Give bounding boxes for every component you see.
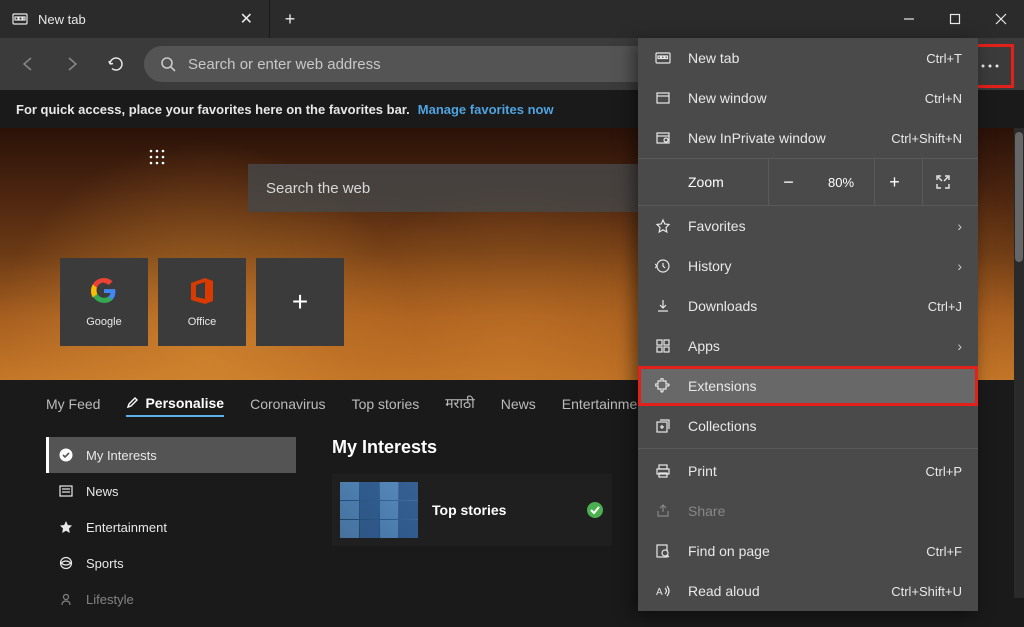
interests-title: My Interests xyxy=(332,437,612,458)
tab-title: New tab xyxy=(38,12,226,27)
sidebar-item-sports[interactable]: Sports xyxy=(46,545,296,581)
sports-icon xyxy=(58,556,74,570)
menu-zoom-row: Zoom − 80% + xyxy=(638,158,978,206)
pencil-icon xyxy=(126,396,139,409)
menu-print[interactable]: Print Ctrl+P xyxy=(638,451,978,491)
interest-card-topstories[interactable]: Top stories xyxy=(332,474,612,546)
card-thumbnail xyxy=(340,482,418,538)
quick-tiles: Google Office + xyxy=(60,258,344,346)
menu-new-tab[interactable]: New tab Ctrl+T xyxy=(638,38,978,78)
menu-apps[interactable]: Apps › xyxy=(638,326,978,366)
chevron-right-icon: › xyxy=(957,218,962,234)
feed-nav-coronavirus[interactable]: Coronavirus xyxy=(250,396,325,416)
tile-label: Office xyxy=(188,316,217,328)
check-icon xyxy=(586,501,604,519)
svg-text:A: A xyxy=(656,587,663,598)
feed-nav-entertainment[interactable]: Entertainment xyxy=(562,396,649,416)
zoom-label: Zoom xyxy=(654,174,760,190)
feed-nav-myfeed[interactable]: My Feed xyxy=(46,396,100,416)
tile-label: Google xyxy=(86,316,121,328)
feed-nav-news[interactable]: News xyxy=(501,396,536,416)
star-icon xyxy=(654,218,672,234)
browser-tab[interactable]: New tab ✕ xyxy=(0,0,270,38)
print-icon xyxy=(654,463,672,479)
menu-collections[interactable]: Collections xyxy=(638,406,978,446)
collections-icon xyxy=(654,418,672,434)
zoom-out-button[interactable]: − xyxy=(768,158,808,206)
find-icon xyxy=(654,543,672,559)
back-button[interactable] xyxy=(8,44,48,84)
feed-nav-marathi[interactable]: मराठी xyxy=(445,394,474,417)
interests-main: My Interests Top stories xyxy=(332,437,612,617)
menu-share[interactable]: Share xyxy=(638,491,978,531)
settings-more-button[interactable] xyxy=(973,51,1007,81)
manage-favorites-link[interactable]: Manage favorites now xyxy=(418,102,554,117)
zoom-value: 80% xyxy=(816,175,866,190)
sidebar-item-lifestyle[interactable]: Lifestyle xyxy=(46,581,296,617)
favbar-text: For quick access, place your favorites h… xyxy=(16,102,410,117)
check-circle-icon xyxy=(58,448,74,462)
history-icon xyxy=(654,258,672,274)
sidebar-item-myinterests[interactable]: My Interests xyxy=(46,437,296,473)
plus-icon: + xyxy=(285,287,315,317)
titlebar: New tab ✕ + xyxy=(0,0,1024,38)
feed-nav-personalise[interactable]: Personalise xyxy=(126,395,224,417)
zoom-in-button[interactable]: + xyxy=(874,158,914,206)
extensions-icon xyxy=(654,378,672,394)
menu-extensions[interactable]: Extensions xyxy=(638,366,978,406)
close-window-button[interactable] xyxy=(978,0,1024,38)
tile-add[interactable]: + xyxy=(256,258,344,346)
share-icon xyxy=(654,503,672,519)
minimize-button[interactable] xyxy=(886,0,932,38)
lifestyle-icon xyxy=(58,592,74,606)
window-icon xyxy=(654,90,672,106)
feed-nav-topstories[interactable]: Top stories xyxy=(352,396,420,416)
new-tab-button[interactable]: + xyxy=(270,0,310,38)
read-aloud-icon: A xyxy=(654,583,672,599)
newtab-icon xyxy=(654,50,672,66)
menu-read-aloud[interactable]: A Read aloud Ctrl+Shift+U xyxy=(638,571,978,611)
menu-find[interactable]: Find on page Ctrl+F xyxy=(638,531,978,571)
scrollbar[interactable] xyxy=(1014,128,1024,598)
menu-favorites[interactable]: Favorites › xyxy=(638,206,978,246)
fullscreen-button[interactable] xyxy=(922,158,962,206)
newtab-icon xyxy=(12,11,28,27)
chevron-right-icon: › xyxy=(957,258,962,274)
interests-sidebar: My Interests News Entertainment Sports L… xyxy=(46,437,296,617)
menu-separator xyxy=(638,448,978,449)
menu-history[interactable]: History › xyxy=(638,246,978,286)
tile-office[interactable]: Office xyxy=(158,258,246,346)
sidebar-item-entertainment[interactable]: Entertainment xyxy=(46,509,296,545)
search-icon xyxy=(160,56,176,72)
apps-icon xyxy=(654,338,672,354)
menu-downloads[interactable]: Downloads Ctrl+J xyxy=(638,286,978,326)
tile-google[interactable]: Google xyxy=(60,258,148,346)
chevron-right-icon: › xyxy=(957,338,962,354)
menu-new-window[interactable]: New window Ctrl+N xyxy=(638,78,978,118)
tab-close-button[interactable]: ✕ xyxy=(236,9,257,29)
forward-button[interactable] xyxy=(52,44,92,84)
card-title: Top stories xyxy=(432,502,572,518)
page-settings-button[interactable] xyxy=(148,148,166,166)
google-icon xyxy=(89,276,119,306)
window-controls xyxy=(886,0,1024,38)
refresh-button[interactable] xyxy=(96,44,136,84)
inprivate-icon xyxy=(654,130,672,146)
download-icon xyxy=(654,298,672,314)
maximize-button[interactable] xyxy=(932,0,978,38)
news-icon xyxy=(58,484,74,498)
menu-new-inprivate[interactable]: New InPrivate window Ctrl+Shift+N xyxy=(638,118,978,158)
settings-menu: New tab Ctrl+T New window Ctrl+N New InP… xyxy=(638,38,978,611)
office-icon xyxy=(187,276,217,306)
sidebar-item-news[interactable]: News xyxy=(46,473,296,509)
star-icon xyxy=(58,520,74,534)
scrollbar-thumb[interactable] xyxy=(1015,132,1023,262)
